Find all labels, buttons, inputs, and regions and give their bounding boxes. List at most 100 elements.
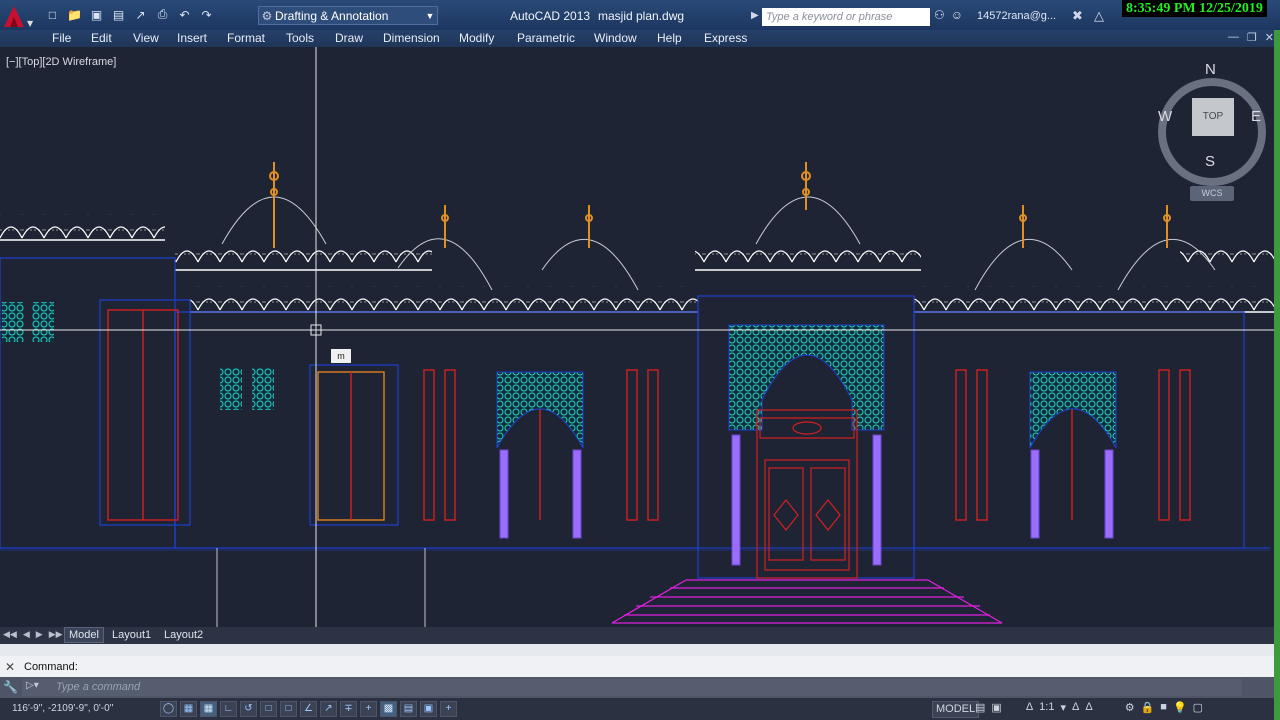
save-icon[interactable]: ▣ — [88, 6, 105, 23]
quick-access-toolbar: □ 📁 ▣ ▤ ↗ ⎙ ↶ ↷ — [44, 6, 215, 23]
file-name: masjid plan.dwg — [598, 9, 685, 23]
clock-overlay: 8:35:49 PM 12/25/2019 — [1122, 0, 1267, 17]
compass-west[interactable]: W — [1158, 108, 1172, 125]
command-input[interactable]: Type a command — [22, 679, 1242, 696]
menu-file[interactable]: File — [52, 31, 71, 45]
menu-parametric[interactable]: Parametric — [517, 31, 575, 45]
annotation-scale[interactable]: 1:1 — [1039, 701, 1054, 714]
menu-help[interactable]: Help — [657, 31, 682, 45]
coordinates-display[interactable]: 116'-9", -2109'-9", 0'-0" — [12, 703, 113, 714]
drafting-toggles: ◯ ▦ ▦ ∟ ↺ □ □ ∠ ↗ ∓ + ▩ ▤ ▣ + — [160, 701, 457, 717]
prev-tab-icon[interactable]: ◀ — [23, 629, 30, 640]
status-bar: 116'-9", -2109'-9", 0'-0" ◯ ▦ ▦ ∟ ↺ □ □ … — [0, 698, 1280, 720]
viewcube-top[interactable]: TOP — [1192, 98, 1234, 136]
help-triangle-icon[interactable]: △ — [1094, 8, 1104, 24]
redo-icon[interactable]: ↷ — [198, 6, 215, 23]
3d-object-snap-icon[interactable]: □ — [280, 701, 297, 717]
menu-view[interactable]: View — [133, 31, 159, 45]
stairs — [611, 579, 1003, 624]
user-name[interactable]: 14572rana@g... — [977, 10, 1056, 22]
main-door — [756, 409, 858, 579]
tab-nav-arrows: ◀◀ ◀ ▶ ▶▶ — [3, 629, 63, 640]
viewcube-ring — [1158, 78, 1266, 186]
wcs-menu[interactable]: WCS — [1190, 186, 1234, 201]
minimize-icon[interactable]: — — [1228, 31, 1239, 44]
last-tab-icon[interactable]: ▶▶ — [49, 629, 63, 640]
menu-format[interactable]: Format — [227, 31, 265, 45]
annotation-monitor-icon[interactable]: + — [440, 701, 457, 717]
quick-view-layouts-icon[interactable]: ▤ — [975, 701, 985, 714]
exchange-icon[interactable]: ✖ — [1072, 8, 1083, 24]
close-icon[interactable]: ✕ — [5, 660, 15, 674]
quick-properties-icon[interactable]: ▤ — [400, 701, 417, 717]
transparency-icon[interactable]: ▩ — [380, 701, 397, 717]
first-tab-icon[interactable]: ◀◀ — [3, 629, 17, 640]
compass-east[interactable]: E — [1251, 108, 1261, 125]
search-input[interactable]: Type a keyword or phrase — [762, 8, 930, 26]
print-icon[interactable]: ⎙ — [154, 6, 171, 23]
binoculars-icon[interactable]: ⚇ — [934, 8, 945, 22]
chevron-down-icon[interactable]: ▾ — [1060, 701, 1066, 714]
annotation-scale-icon[interactable]: Δ — [1026, 701, 1033, 714]
new-file-icon[interactable]: □ — [44, 6, 61, 23]
masjid-elevation-drawing — [0, 47, 1280, 627]
finials — [269, 162, 1171, 248]
menu-tools[interactable]: Tools — [286, 31, 314, 45]
compass-south[interactable]: S — [1205, 153, 1215, 170]
close-icon[interactable]: ✕ — [1265, 31, 1274, 44]
compass-north[interactable]: N — [1205, 61, 1216, 78]
annotation-visibility-icon[interactable]: Δ — [1072, 701, 1079, 714]
menu-dimension[interactable]: Dimension — [383, 31, 440, 45]
open-file-icon[interactable]: 📁 — [66, 6, 83, 23]
ortho-mode-icon[interactable]: ∟ — [220, 701, 237, 717]
undo-icon[interactable]: ↶ — [176, 6, 193, 23]
title-bar: ▼ □ 📁 ▣ ▤ ↗ ⎙ ↶ ↷ ⚙ Drafting & Annotatio… — [0, 0, 1280, 30]
menu-edit[interactable]: Edit — [91, 31, 112, 45]
command-prompt-icon[interactable]: ▷▾ — [26, 680, 39, 691]
cursor-tooltip: m — [331, 349, 351, 363]
search-expand-icon[interactable]: ▶ — [751, 10, 759, 21]
viewport-label[interactable]: [−][Top][2D Wireframe] — [6, 56, 116, 68]
snap-mode-icon[interactable]: ▦ — [180, 701, 197, 717]
wrench-icon[interactable]: 🔧 — [3, 680, 18, 694]
gear-icon: ⚙ — [261, 8, 273, 23]
allow-ucs-icon[interactable]: ↗ — [320, 701, 337, 717]
layout-tabs-bar: ◀◀ ◀ ▶ ▶▶ Model Layout1 Layout2 — [0, 627, 1280, 644]
selection-cycling-icon[interactable]: ▣ — [420, 701, 437, 717]
save-as-icon[interactable]: ▤ — [110, 6, 127, 23]
tab-layout2[interactable]: Layout2 — [160, 628, 207, 642]
autocad-logo-icon[interactable]: ▼ — [0, 2, 38, 30]
auto-scale-icon[interactable]: Δ — [1085, 701, 1092, 714]
command-input-row: 🔧 Type a command ▷▾ — [0, 677, 1280, 698]
menu-insert[interactable]: Insert — [177, 31, 207, 45]
clean-screen-icon[interactable]: ▢ — [1193, 701, 1203, 714]
menu-express[interactable]: Express — [704, 31, 747, 45]
isolate-objects-icon[interactable]: 💡 — [1173, 701, 1187, 714]
lock-icon[interactable]: 🔒 — [1141, 701, 1155, 714]
user-icon[interactable]: ☺ — [951, 8, 963, 22]
tab-model[interactable]: Model — [64, 627, 104, 643]
dynamic-input-icon[interactable]: ∓ — [340, 701, 357, 717]
next-tab-icon[interactable]: ▶ — [36, 629, 43, 640]
restore-icon[interactable]: ❐ — [1247, 31, 1257, 44]
drawing-viewport[interactable]: [−][Top][2D Wireframe] TOP N S E W WCS m — [0, 47, 1280, 627]
polar-tracking-icon[interactable]: ↺ — [240, 701, 257, 717]
workspace-switching-icon[interactable]: ⚙ — [1125, 701, 1135, 714]
publish-icon[interactable]: ↗ — [132, 6, 149, 23]
infer-constraints-icon[interactable]: ◯ — [160, 701, 177, 717]
menu-window[interactable]: Window — [594, 31, 637, 45]
menu-modify[interactable]: Modify — [459, 31, 494, 45]
object-snap-icon[interactable]: □ — [260, 701, 277, 717]
command-splitter[interactable] — [0, 644, 1280, 656]
status-right-tools: ▤ ▣ Δ 1:1 ▾ Δ Δ ⚙ 🔒 ■ 💡 ▢ — [975, 701, 1203, 714]
grid-display-icon[interactable]: ▦ — [200, 701, 217, 717]
lineweight-icon[interactable]: + — [360, 701, 377, 717]
workspace-select[interactable]: ⚙ Drafting & Annotation ▼ — [258, 6, 438, 25]
infocenter-icons: ⚇ ☺ — [934, 8, 963, 22]
menu-draw[interactable]: Draw — [335, 31, 363, 45]
model-space-button[interactable]: MODEL — [932, 701, 980, 718]
tab-layout1[interactable]: Layout1 — [108, 628, 155, 642]
quick-view-drawings-icon[interactable]: ▣ — [991, 701, 1001, 714]
hardware-acceleration-icon[interactable]: ■ — [1160, 701, 1167, 714]
object-snap-tracking-icon[interactable]: ∠ — [300, 701, 317, 717]
